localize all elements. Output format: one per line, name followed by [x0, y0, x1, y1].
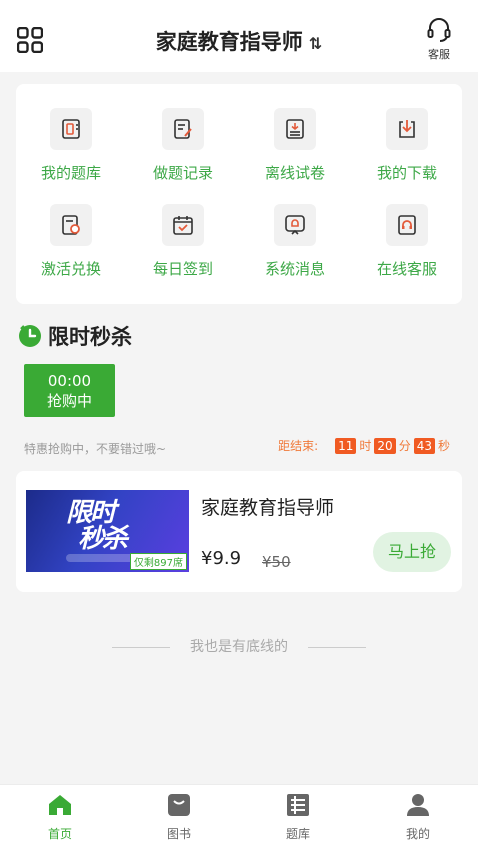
product-card[interactable]: 限时 秒杀 仅剩897席 家庭教育指导师 ¥9.9 ¥50 马上抢: [16, 471, 462, 592]
tab-question-bank[interactable]: 题库: [258, 793, 338, 842]
menu-label: 我的下载: [376, 164, 437, 182]
promo-text: 特惠抢购中，不要错过哦~: [24, 442, 167, 456]
activate-icon: [62, 215, 80, 235]
menu-item-offline-paper[interactable]: 离线试卷: [240, 108, 350, 183]
minutes-unit: 分: [398, 439, 411, 453]
end-of-list-text: 我也是有底线的: [190, 639, 288, 655]
seconds-unit: 秒: [437, 439, 450, 453]
tab-mine[interactable]: 我的: [378, 793, 458, 842]
app-header: 家庭教育指导师 ⇅ 客服: [0, 0, 478, 72]
menu-label: 在线客服: [376, 260, 437, 278]
menu-label: 系统消息: [264, 260, 325, 278]
switch-icon[interactable]: ⇅: [309, 34, 322, 53]
headset-icon: [427, 18, 451, 42]
menu-item-online-service[interactable]: 在线客服: [352, 204, 462, 279]
headset-icon: [398, 215, 416, 235]
banner-text: 限时 秒杀: [66, 498, 128, 554]
menu-label: 做题记录: [152, 164, 213, 182]
countdown: 距结束: 11 时 20 分 43 秒: [278, 437, 450, 454]
time-slot-tab[interactable]: 00:00 抢购中: [24, 364, 115, 417]
flash-sale-title: 限时秒杀: [48, 325, 132, 349]
tab-home[interactable]: 首页: [20, 793, 100, 842]
tab-label: 首页: [47, 827, 72, 841]
user-icon: [407, 794, 429, 816]
hours-unit: 时: [359, 439, 372, 453]
question-bank-icon: [62, 119, 80, 139]
menu-item-activate[interactable]: 激活兑换: [16, 204, 126, 279]
menu-label: 每日签到: [152, 260, 213, 278]
record-icon: [174, 119, 192, 139]
page-title[interactable]: 家庭教育指导师 ⇅: [0, 26, 478, 56]
customer-service-button[interactable]: 客服: [422, 16, 456, 62]
bottom-tab-bar: 首页 图书 题库 我的: [0, 784, 478, 850]
calendar-check-icon: [173, 216, 193, 235]
menu-label: 激活兑换: [40, 260, 101, 278]
list-icon: [287, 794, 309, 816]
download-icon: [399, 120, 415, 138]
tab-label: 图书: [166, 827, 191, 841]
product-banner: 限时 秒杀 仅剩897席: [26, 490, 189, 572]
bell-icon: [285, 215, 305, 235]
book-bag-icon: [168, 794, 190, 816]
title-text: 家庭教育指导师: [155, 30, 303, 54]
home-icon: [49, 795, 71, 815]
menu-item-question-bank[interactable]: 我的题库: [16, 108, 126, 183]
menu-label: 我的题库: [40, 164, 101, 182]
end-of-list: 我也是有底线的: [0, 636, 478, 656]
seats-left-tag: 仅剩897席: [129, 553, 187, 570]
feature-menu: 我的题库 做题记录 离线试卷 我的下载 激活兑换 每日签到 系统消息 在线客服: [16, 84, 462, 304]
offline-paper-icon: [286, 119, 304, 139]
menu-item-my-download[interactable]: 我的下载: [352, 108, 462, 183]
menu-label: 离线试卷: [264, 164, 325, 182]
clock-icon: [19, 325, 41, 347]
product-old-price: ¥50: [262, 553, 291, 571]
tab-label: 我的: [405, 827, 430, 841]
menu-item-practice-record[interactable]: 做题记录: [128, 108, 238, 183]
buy-now-button[interactable]: 马上抢: [373, 532, 451, 572]
service-label: 客服: [428, 48, 450, 61]
product-title: 家庭教育指导师: [201, 497, 335, 519]
menu-item-daily-checkin[interactable]: 每日签到: [128, 204, 238, 279]
countdown-minutes: 20: [374, 437, 396, 454]
menu-item-system-message[interactable]: 系统消息: [240, 204, 350, 279]
time-slot-time: 00:00: [47, 372, 92, 390]
time-slot-status: 抢购中: [46, 392, 92, 410]
product-price: ¥9.9: [201, 548, 242, 569]
countdown-hours: 11: [335, 437, 357, 454]
flash-sale-heading: 限时秒杀: [18, 322, 132, 350]
countdown-label: 距结束:: [278, 439, 319, 453]
countdown-seconds: 43: [413, 437, 435, 454]
tab-books[interactable]: 图书: [139, 793, 219, 842]
tab-label: 题库: [285, 827, 310, 841]
